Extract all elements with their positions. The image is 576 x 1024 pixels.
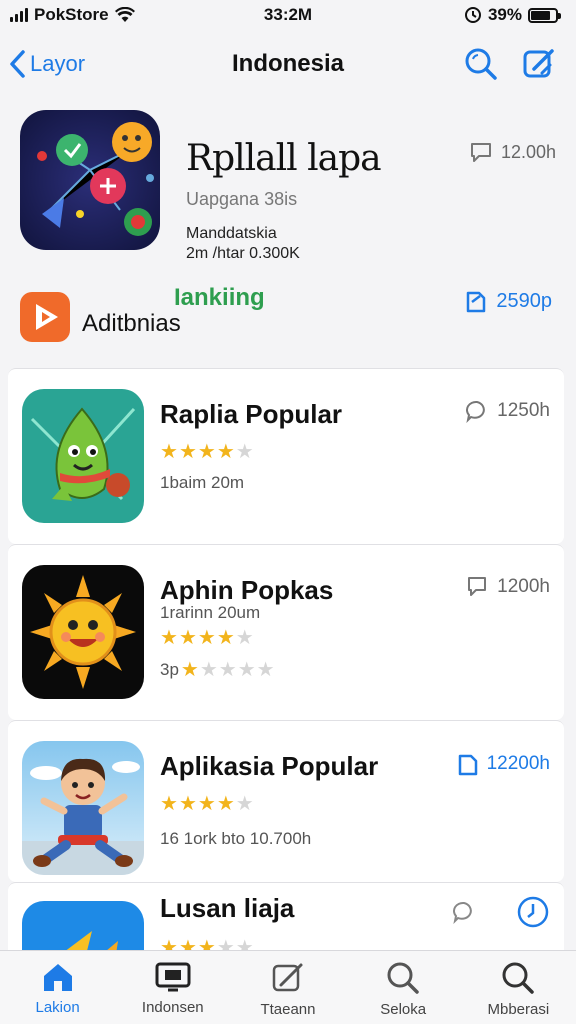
star-filled-icon: ★ <box>180 659 200 681</box>
star-filled-icon: ★ <box>160 441 179 463</box>
app-icon <box>22 741 144 875</box>
app-count: 12200h <box>457 751 550 777</box>
star-filled-icon: ★ <box>216 441 236 463</box>
tag-icon <box>467 291 486 313</box>
tab-ttaeann[interactable]: Ttaeann <box>233 961 343 1018</box>
carrier-label: PokStore <box>34 5 109 24</box>
tab-label: Ttaeann <box>260 1001 316 1018</box>
app-meta: 1rarinn 20um <box>160 603 261 622</box>
app-title: Raplia Popular <box>160 399 343 429</box>
rating-stars: ★★★★★ <box>160 439 255 464</box>
star-empty-icon: ★ <box>235 627 255 649</box>
app-count-value: 12200h <box>486 753 550 774</box>
app-icon <box>22 565 144 699</box>
star-empty-icon: ★ <box>237 659 257 681</box>
nav-bar: Layor Indonesia <box>0 38 576 90</box>
star-empty-icon: ★ <box>256 659 276 681</box>
tab-bar: Lakion Indonsen Ttaeann Seloka Mbberasi <box>0 950 576 1024</box>
battery-percent: 39% <box>487 5 522 24</box>
featured-app-icon <box>20 110 160 250</box>
app-count <box>452 895 550 929</box>
star-empty-icon: ★ <box>218 659 238 681</box>
app-title: Aplikasia Popular <box>160 751 379 781</box>
featured-app[interactable]: Rpllall lapa Uapgana 38is Manddatskia 2m… <box>20 110 556 262</box>
star-filled-icon: ★ <box>197 441 217 463</box>
back-button[interactable]: Layor <box>8 49 85 79</box>
app-count: 1200h <box>465 575 550 599</box>
section-header: Iankiing Aditbnias 2590p <box>20 284 556 344</box>
edit-button[interactable] <box>522 47 556 81</box>
status-bar: PokStore 33:2M 39% <box>0 0 576 30</box>
arcade-icon <box>272 963 303 992</box>
tab-label: Indonsen <box>141 999 204 1016</box>
tab-lakion[interactable]: Lakion <box>3 961 113 1016</box>
rating-stars: ★★★★★ <box>160 625 255 650</box>
search-icon <box>465 48 497 80</box>
tab-label: Lakion <box>35 999 80 1016</box>
app-title: Aphin Popkas <box>160 575 334 605</box>
star-filled-icon: ★ <box>197 627 217 649</box>
section-action-button[interactable]: 2590p <box>464 288 552 314</box>
search-icon <box>387 962 419 994</box>
featured-app-meta: Manddatskia 2m /htar 0.300K <box>186 224 556 264</box>
games-icon <box>155 962 191 992</box>
tab-label: Mbberasi <box>487 1001 550 1018</box>
comment-icon <box>453 901 472 924</box>
featured-count-value: 12.00h <box>500 141 556 162</box>
section-ranking-label: Iankiing <box>174 284 265 311</box>
app-title: Lusan liaja <box>160 893 295 923</box>
app-store-icon <box>43 964 72 991</box>
star-filled-icon: ★ <box>160 793 179 815</box>
star-empty-icon: ★ <box>199 659 219 681</box>
app-meta: 16 1ork bto 10.700h <box>160 829 312 848</box>
featured-app-subtitle: Uapgana 38is <box>186 189 298 209</box>
tag-icon <box>458 754 477 776</box>
tab-indonsen[interactable]: Indonsen <box>118 961 228 1016</box>
signal-icon <box>10 8 28 22</box>
app-meta-secondary: 3p ★★★★★ <box>160 657 276 682</box>
star-filled-icon: ★ <box>216 793 236 815</box>
back-label: Layor <box>30 51 86 76</box>
tab-label: Seloka <box>380 1001 427 1018</box>
featured-meta-line1: Manddatskia <box>186 225 277 242</box>
rating-stars-secondary: ★★★★★ <box>181 657 276 682</box>
wifi-icon <box>114 7 135 22</box>
comment-icon <box>470 143 491 162</box>
battery-icon <box>528 7 561 23</box>
tab-mbberasi[interactable]: Mbberasi <box>463 961 573 1018</box>
chevron-left-icon <box>10 50 25 78</box>
star-filled-icon: ★ <box>160 627 179 649</box>
app-count: 1250h <box>465 399 550 423</box>
app-meta-secondary-text: 3p <box>160 659 179 679</box>
star-filled-icon: ★ <box>178 441 198 463</box>
star-empty-icon: ★ <box>235 793 255 815</box>
star-empty-icon: ★ <box>235 441 255 463</box>
app-list: Raplia Popular ★★★★★ 1baim 20m 1250h Aph… <box>8 368 564 962</box>
section-label: Aditbnias <box>82 310 181 337</box>
clock-icon <box>517 896 549 928</box>
section-action-count: 2590p <box>496 289 552 312</box>
star-filled-icon: ★ <box>197 793 217 815</box>
app-count-value: 1200h <box>497 576 550 597</box>
tab-seloka[interactable]: Seloka <box>348 961 458 1018</box>
comment-icon <box>468 577 487 596</box>
rating-stars: ★★★★★ <box>160 791 255 816</box>
star-filled-icon: ★ <box>216 627 236 649</box>
app-count-value: 1250h <box>497 400 550 421</box>
edit-icon <box>523 49 554 78</box>
app-list-item[interactable]: Raplia Popular ★★★★★ 1baim 20m 1250h <box>8 368 564 544</box>
star-filled-icon: ★ <box>178 793 198 815</box>
app-list-item[interactable]: Aphin Popkas 1rarinn 20um ★★★★★ 3p ★★★★★… <box>8 544 564 720</box>
comment-icon <box>466 400 485 423</box>
search-icon <box>502 962 535 994</box>
featured-meta-line2: 2m /htar 0.300K <box>186 245 300 262</box>
featured-count: 12.00h <box>469 140 556 164</box>
app-icon <box>22 389 144 523</box>
app-list-item[interactable]: Aplikasia Popular ★★★★★ 16 1ork bto 10.7… <box>8 720 564 882</box>
play-logo-icon <box>20 292 70 342</box>
star-filled-icon: ★ <box>178 627 198 649</box>
search-button[interactable] <box>464 47 498 81</box>
alarm-icon <box>464 7 481 23</box>
app-meta: 1baim 20m <box>160 473 245 492</box>
